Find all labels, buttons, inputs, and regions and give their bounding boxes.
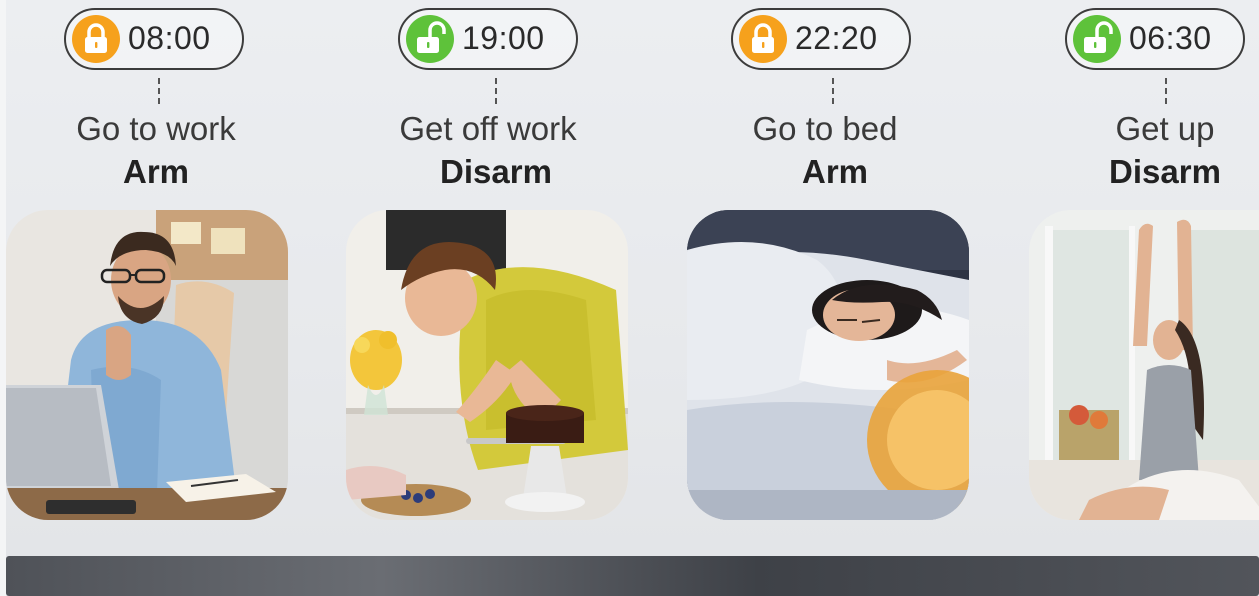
- activity-label: Go to bed: [752, 110, 898, 147]
- photo-cake: [346, 210, 628, 520]
- connector-dash: [1165, 78, 1167, 104]
- mode-label: Arm: [801, 153, 869, 190]
- schedule-card-2: 19:00 Get off work Disarm: [346, 0, 646, 540]
- unlock-icon: [1073, 15, 1121, 63]
- connector-dash: [158, 78, 160, 104]
- lock-icon: [739, 15, 787, 63]
- photo-work: [6, 210, 288, 520]
- mode-label: Disarm: [1109, 153, 1221, 190]
- time-pill: 06:30: [1065, 8, 1245, 70]
- schedule-card-4: 06:30 Get up Disarm: [1029, 0, 1259, 540]
- mode-label: Arm: [122, 153, 190, 190]
- schedule-card-1: 08:00 Go to work Arm: [6, 0, 306, 540]
- unlock-icon: [406, 15, 454, 63]
- connector-dash: [832, 78, 834, 104]
- time-label: 19:00: [462, 20, 545, 56]
- time-pill: 22:20: [731, 8, 911, 70]
- lock-icon: [72, 15, 120, 63]
- time-pill: 19:00: [398, 8, 578, 70]
- connector-dash: [495, 78, 497, 104]
- time-pill: 08:00: [64, 8, 244, 70]
- activity-label: Get off work: [399, 110, 577, 147]
- photo-wake-up: [1029, 210, 1259, 520]
- activity-label: Go to work: [76, 110, 236, 147]
- time-label: 08:00: [128, 20, 211, 56]
- activity-label: Get up: [1115, 110, 1215, 147]
- time-label: 06:30: [1129, 20, 1212, 56]
- bottom-banner: [6, 556, 1259, 596]
- time-label: 22:20: [795, 20, 878, 56]
- mode-label: Disarm: [440, 153, 552, 190]
- photo-bed: [687, 210, 969, 520]
- schedule-card-3: 22:20 Go to bed Arm: [687, 0, 987, 540]
